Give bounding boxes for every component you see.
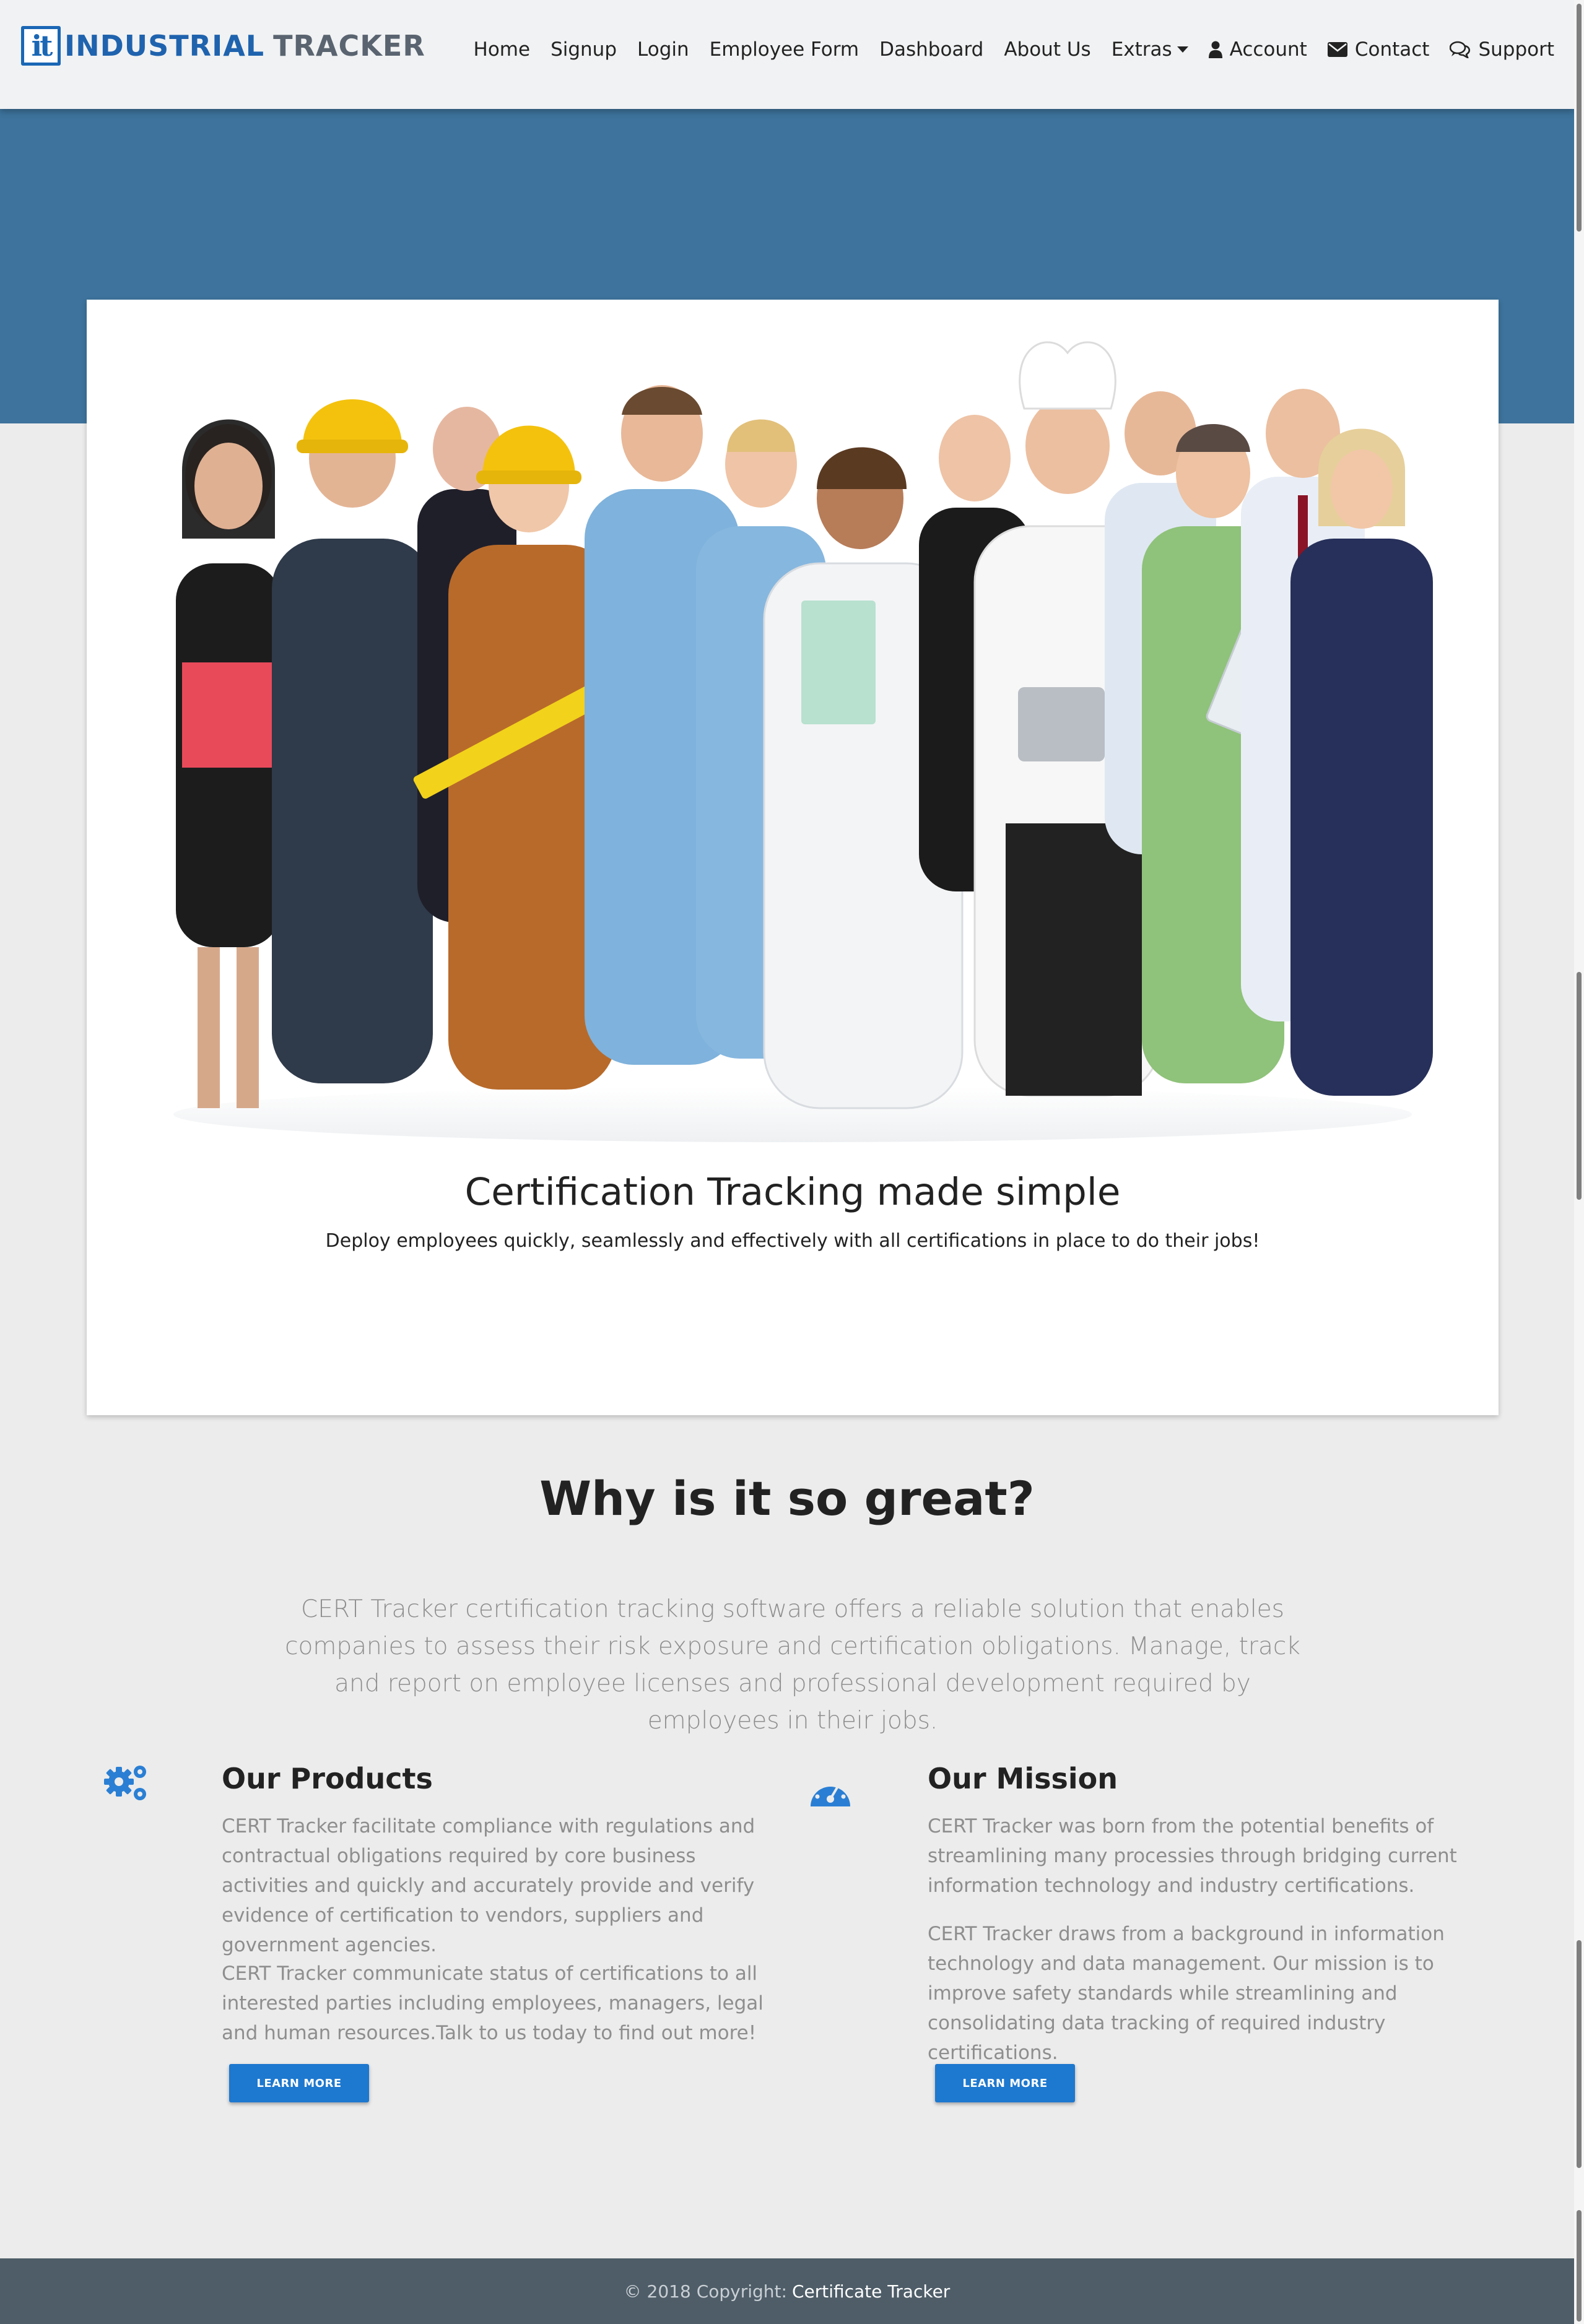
mission-paragraph-2: CERT Tracker draws from a background in … [928, 1923, 1445, 2064]
products-paragraph-2: CERT Tracker communicate status of certi… [222, 1962, 764, 2044]
mission-paragraph-1: CERT Tracker was born from the potential… [928, 1815, 1457, 1897]
nav-dropdown-extras[interactable]: Extras [1112, 38, 1188, 61]
scrollbar[interactable] [1574, 0, 1584, 2324]
nav-link-contact[interactable]: Contact [1327, 38, 1430, 61]
hero-subtitle: Deploy employees quickly, seamlessly and… [325, 1230, 1260, 1252]
nav-link-account-label: Account [1229, 38, 1307, 61]
nav-link-contact-label: Contact [1354, 38, 1430, 61]
chevron-down-icon [1177, 46, 1188, 53]
chat-bubbles-icon [1450, 41, 1471, 58]
nav-link-about[interactable]: About Us [1004, 38, 1090, 61]
user-icon [1208, 41, 1222, 58]
nav-link-home[interactable]: Home [474, 38, 531, 61]
products-title: Our Products [222, 1762, 433, 1795]
why-lead-text: CERT Tracker certification tracking soft… [285, 1595, 1300, 1735]
brand-logo[interactable]: it INDUSTRIAL TRACKER [21, 24, 425, 68]
nav-link-account[interactable]: Account [1208, 38, 1307, 61]
dashboard-gauge-icon [811, 1779, 850, 1806]
scrollbar-thumb-2[interactable] [1577, 972, 1582, 1200]
scrollbar-thumb[interactable] [1577, 4, 1582, 232]
nav-link-extras: Extras [1111, 38, 1172, 61]
gears-icon [104, 1766, 146, 1800]
products-learn-more-button[interactable]: LEARN MORE [229, 2064, 369, 2102]
scrollbar-thumb-3[interactable] [1577, 1940, 1582, 2168]
mission-learn-more-button[interactable]: LEARN MORE [935, 2064, 1075, 2102]
nav-link-support-label: Support [1478, 38, 1554, 61]
hero-title: Certification Tracking made simple [464, 1170, 1121, 1214]
nav-link-login[interactable]: Login [637, 38, 689, 61]
nav-link-support[interactable]: Support [1450, 38, 1554, 61]
scrollbar-thumb-4[interactable] [1577, 2210, 1582, 2322]
nav-link-signup[interactable]: Signup [550, 38, 617, 61]
why-heading: Why is it so great? [539, 1471, 1035, 1526]
workers-group-photo [139, 340, 1447, 1148]
mission-section: Our Mission CERT Tracker was born from t… [809, 1758, 1490, 2105]
nav-link-dashboard[interactable]: Dashboard [879, 38, 983, 61]
footer-copyright: © 2018 Copyright: [624, 2281, 787, 2302]
main-nav: Home Signup Login Employee Form Dashboar… [453, 38, 1554, 61]
footer-brand-link[interactable]: Certificate Tracker [792, 2281, 950, 2302]
navbar: it INDUSTRIAL TRACKER Home Signup Login … [0, 0, 1574, 109]
brand-word-industrial: INDUSTRIAL [64, 29, 265, 63]
envelope-icon [1327, 42, 1347, 57]
brand-word-tracker: TRACKER [273, 29, 425, 63]
logo-mark: it [21, 26, 61, 66]
footer: © 2018 Copyright: Certificate Tracker [0, 2258, 1574, 2324]
hero-card: Certification Tracking made simple Deplo… [87, 300, 1499, 1415]
products-paragraph-1: CERT Tracker facilitate compliance with … [222, 1815, 755, 1956]
nav-link-employee-form[interactable]: Employee Form [710, 38, 859, 61]
mission-title: Our Mission [928, 1762, 1118, 1795]
products-section: Our Products CERT Tracker facilitate com… [103, 1758, 784, 2105]
